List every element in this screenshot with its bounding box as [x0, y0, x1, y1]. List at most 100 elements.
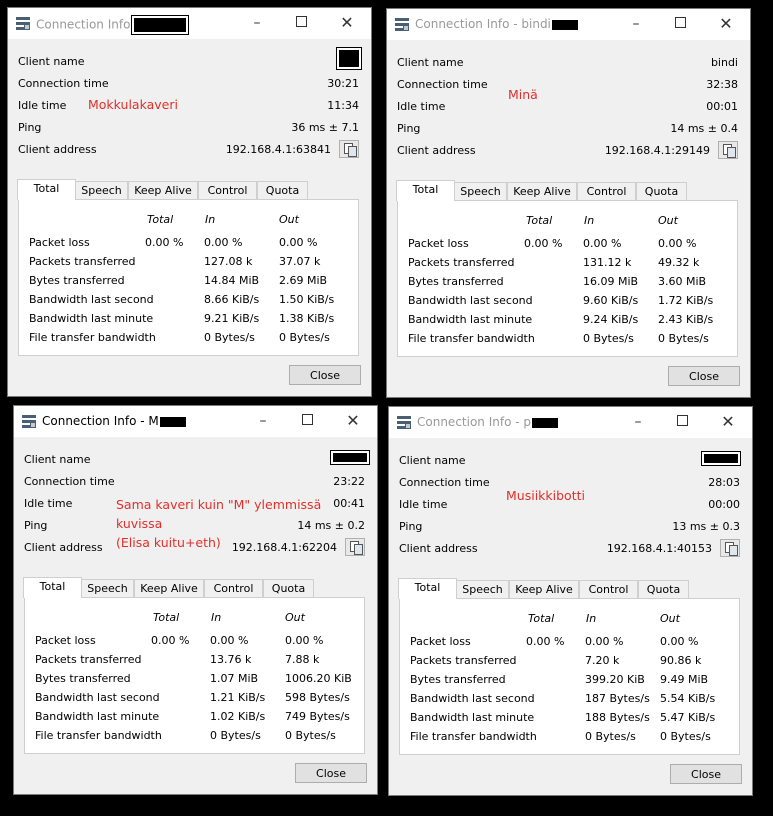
stat-value: 7.20 k — [585, 654, 620, 667]
stats-panel: Total In Out Packet loss 0.00 % 0.00 % 0.00 % P… — [24, 597, 365, 754]
minimize-icon[interactable]: – — [626, 14, 646, 34]
title-bar[interactable]: Connection Info - bindi – ✕ — [387, 9, 750, 40]
stat-label: Bandwidth last minute — [408, 313, 533, 326]
stat-value: 3.60 MiB — [658, 275, 707, 288]
minimize-icon[interactable]: – — [628, 412, 648, 432]
tab-keep-alive[interactable]: Keep Alive — [134, 579, 204, 597]
close-icon[interactable]: ✕ — [716, 14, 736, 34]
connection-time-value: 23:22 — [333, 475, 365, 488]
stat-value: 0 Bytes/s — [658, 332, 709, 345]
window-title: Connection Info — [36, 15, 190, 35]
app-icon — [395, 18, 409, 31]
copy-address-button[interactable] — [339, 140, 359, 158]
connection-time-value: 32:38 — [706, 78, 738, 91]
idle-time-value: 00:41 — [333, 497, 365, 510]
maximize-icon[interactable] — [297, 411, 317, 431]
maximize-icon[interactable] — [291, 13, 311, 33]
window-title: Connection Info - bindi — [415, 17, 578, 31]
close-button[interactable]: Close — [668, 366, 740, 386]
tab-quota[interactable]: Quota — [638, 580, 689, 598]
tab-control[interactable]: Control — [577, 182, 636, 200]
window-title-text: Connection Info — [36, 17, 131, 32]
ping-value: 36 ms ± 7.1 — [291, 121, 359, 134]
maximize-icon[interactable] — [670, 14, 690, 34]
tab-quota[interactable]: Quota — [257, 181, 308, 199]
client-address-value: 192.168.4.1:62204 — [231, 541, 337, 554]
stat-value: 0 Bytes/s — [585, 730, 636, 743]
stat-value: 0.00 % — [660, 635, 699, 648]
minimize-icon[interactable]: – — [253, 411, 273, 431]
stat-row-packet-loss: Packet loss 0.00 % 0.00 % 0.00 % — [408, 237, 737, 251]
tab-total[interactable]: Total — [23, 577, 82, 598]
connection-info-window: Connection Info - M – ✕ Client nameM Connect… — [13, 405, 378, 795]
tab-control[interactable]: Control — [198, 181, 257, 199]
tab-speech[interactable]: Speech — [75, 181, 128, 199]
info-row-connection-time: Connection time 30:21 — [18, 77, 359, 91]
tab-keep-alive[interactable]: Keep Alive — [509, 580, 579, 598]
tab-total[interactable]: Total — [398, 578, 457, 599]
tab-speech[interactable]: Speech — [456, 580, 509, 598]
close-button[interactable]: Close — [289, 365, 361, 385]
stat-label: Packets transferred — [29, 255, 136, 268]
copy-address-button[interactable] — [720, 539, 740, 557]
info-row-client-address: Client address 192.168.4.1:29149 — [397, 144, 738, 158]
stat-row-bandwidth-last-second: Bandwidth last second 187 Bytes/s 5.54 KiB… — [410, 692, 739, 706]
stat-row-packets-transferred: Packets transferred 127.08 k 37.07 k — [29, 255, 358, 269]
tab-quota[interactable]: Quota — [263, 579, 314, 597]
info-row-ping: Ping 14 ms ± 0.2 — [24, 519, 365, 533]
stat-value: 1.02 KiB/s — [210, 710, 266, 723]
tab-keep-alive[interactable]: Keep Alive — [128, 181, 198, 199]
stat-value: 0.00 % — [285, 634, 324, 647]
info-row-client-address: Client address 192.168.4.1:63841 — [18, 143, 359, 157]
title-bar[interactable]: Connection Info - p – ✕ — [389, 407, 752, 438]
stat-row-bandwidth-last-minute: Bandwidth last minute 9.24 KiB/s 2.43 KiB/… — [408, 313, 737, 327]
stat-value: 0 Bytes/s — [210, 729, 261, 742]
copy-address-button[interactable] — [718, 141, 738, 159]
stat-value: 0.00 % — [151, 634, 190, 647]
info-row-client-name: Client name — [18, 55, 359, 69]
stat-value: 1.38 KiB/s — [279, 312, 335, 325]
tab-quota[interactable]: Quota — [636, 182, 687, 200]
tab-speech[interactable]: Speech — [81, 579, 134, 597]
stat-label: Bandwidth last minute — [35, 710, 160, 723]
stat-value: 9.24 KiB/s — [583, 313, 639, 326]
copy-address-button[interactable] — [345, 538, 365, 556]
close-icon[interactable]: ✕ — [337, 13, 357, 33]
title-bar[interactable]: Connection Info – ✕ — [8, 8, 371, 39]
close-icon[interactable]: ✕ — [343, 411, 363, 431]
stat-value: 1.07 MiB — [210, 672, 259, 685]
annotation-note-line: kuvissa — [116, 516, 163, 531]
tab-control[interactable]: Control — [579, 580, 638, 598]
window-title: Connection Info - p — [417, 415, 558, 429]
client-address-label: Client address — [18, 143, 97, 156]
client-address-label: Client address — [397, 144, 476, 157]
tab-total[interactable]: Total — [17, 179, 76, 200]
maximize-icon[interactable] — [672, 412, 692, 432]
title-bar[interactable]: Connection Info - M – ✕ — [14, 406, 377, 437]
column-header-out: Out — [658, 214, 678, 227]
stat-value: 0.00 % — [658, 237, 697, 250]
info-row-client-name: Client name bindi — [397, 56, 738, 70]
tab-keep-alive[interactable]: Keep Alive — [507, 182, 577, 200]
stat-label: Packets transferred — [408, 256, 515, 269]
stat-row-bytes-transferred: Bytes transferred 14.84 MiB 2.69 MiB — [29, 274, 358, 288]
minimize-icon[interactable]: – — [247, 13, 267, 33]
window-title-text: Connection Info - p — [417, 415, 531, 429]
tab-control[interactable]: Control — [204, 579, 263, 597]
close-icon[interactable]: ✕ — [718, 412, 738, 432]
stat-value: 1.21 KiB/s — [210, 691, 266, 704]
idle-time-label: Idle time — [18, 99, 67, 112]
annotation-note-line: (Elisa kuitu+eth) — [116, 535, 221, 550]
tab-speech[interactable]: Speech — [454, 182, 507, 200]
stat-value: 0 Bytes/s — [279, 331, 330, 344]
stat-value: 0.00 % — [279, 236, 318, 249]
tab-total[interactable]: Total — [396, 180, 455, 201]
stat-value: 0 Bytes/s — [285, 729, 336, 742]
idle-time-label: Idle time — [399, 498, 448, 511]
stat-label: Bytes transferred — [408, 275, 504, 288]
close-button[interactable]: Close — [295, 763, 367, 783]
window-title-text: Connection Info - bindi — [415, 17, 551, 31]
close-button[interactable]: Close — [670, 764, 742, 784]
ping-value: 14 ms ± 0.4 — [670, 122, 738, 135]
stat-label: Packet loss — [35, 634, 96, 647]
